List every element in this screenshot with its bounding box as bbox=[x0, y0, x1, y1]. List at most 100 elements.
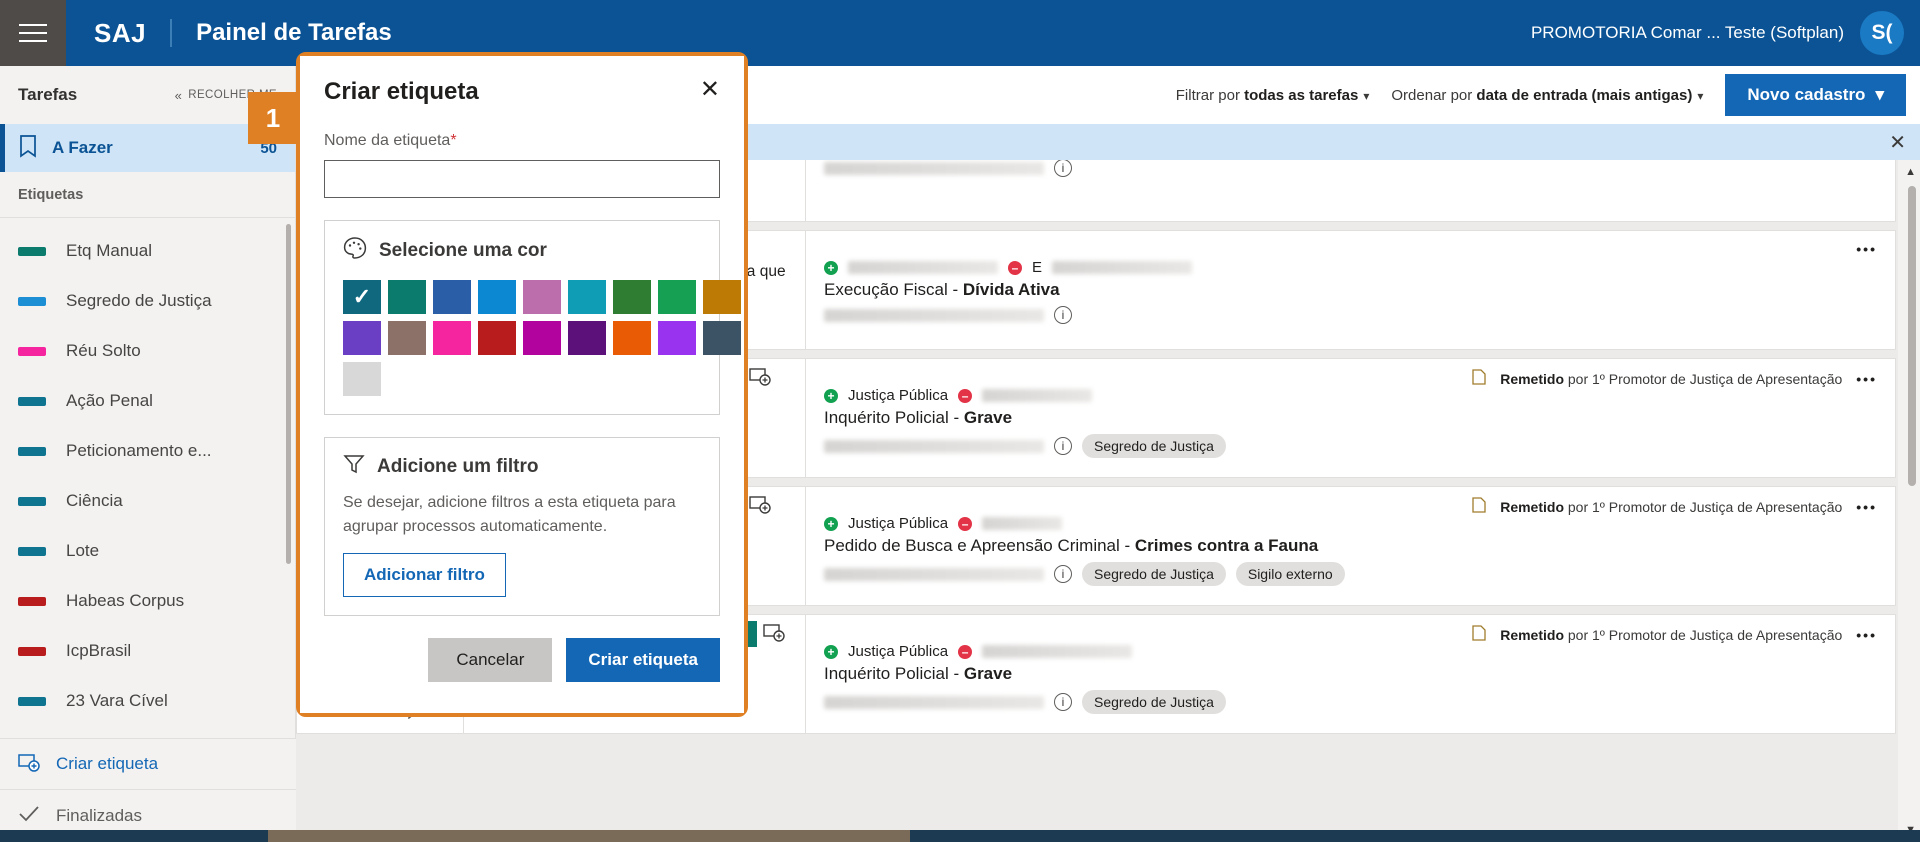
tag-label: Segredo de Justiça bbox=[66, 291, 212, 311]
list-item[interactable]: Lote bbox=[0, 526, 295, 576]
sidebar-tag-list: Etq Manual Segredo de Justiça Réu Solto … bbox=[0, 218, 295, 710]
create-etiqueta-button[interactable]: Criar etiqueta bbox=[566, 638, 720, 682]
color-swatch[interactable] bbox=[478, 321, 516, 355]
scroll-up-icon[interactable]: ▲ bbox=[1905, 166, 1916, 178]
etiqueta-name-input[interactable] bbox=[324, 160, 720, 198]
tag-label: Lote bbox=[66, 541, 99, 561]
color-swatch[interactable] bbox=[568, 280, 606, 314]
filter-dropdown[interactable]: Filtrar por todas as tarefas▾ bbox=[1176, 87, 1370, 104]
chevron-down-icon: ▾ bbox=[1875, 85, 1884, 105]
adicionar-filtro-button[interactable]: Adicionar filtro bbox=[343, 553, 506, 597]
color-swatch[interactable] bbox=[613, 321, 651, 355]
kebab-menu-icon[interactable]: ••• bbox=[1856, 627, 1877, 643]
sort-dropdown[interactable]: Ordenar por data de entrada (mais antiga… bbox=[1391, 87, 1703, 104]
content-scrollbar[interactable]: ▲ ▼ bbox=[1898, 160, 1920, 842]
remetido-icon bbox=[1472, 369, 1486, 388]
case-number-redacted bbox=[824, 309, 1044, 322]
list-item[interactable]: 23 Vara Cível bbox=[0, 676, 295, 710]
close-icon[interactable]: ✕ bbox=[700, 78, 720, 102]
chevron-down-icon: ▾ bbox=[1697, 89, 1703, 103]
color-swatch[interactable] bbox=[613, 280, 651, 314]
brand-logo: SAJ bbox=[94, 18, 146, 49]
sidebar-item-criar-etiqueta[interactable]: Criar etiqueta bbox=[0, 738, 296, 790]
tag-color-chip bbox=[18, 647, 46, 656]
novo-cadastro-button[interactable]: Novo cadastro ▾ bbox=[1725, 74, 1906, 116]
info-icon[interactable]: i bbox=[1054, 437, 1072, 455]
card-case-info: Remetido por 1º Promotor de Justiça de A… bbox=[805, 487, 1895, 605]
list-item[interactable]: Peticionamento e... bbox=[0, 426, 295, 476]
avatar[interactable]: S( bbox=[1860, 11, 1904, 55]
card-top-right: Remetido por 1º Promotor de Justiça de A… bbox=[1472, 497, 1877, 516]
check-icon bbox=[18, 805, 40, 828]
kebab-menu-icon[interactable]: ••• bbox=[1856, 241, 1877, 257]
party-minus-redacted bbox=[982, 389, 1092, 402]
cancel-button[interactable]: Cancelar bbox=[428, 638, 552, 682]
add-tag-icon[interactable] bbox=[749, 366, 771, 391]
plus-icon: + bbox=[824, 389, 838, 403]
sidebar-scrollbar[interactable] bbox=[286, 224, 291, 564]
case-number-row: i bbox=[824, 160, 1875, 177]
add-tag-icon[interactable] bbox=[749, 494, 771, 519]
case-number-row: i bbox=[824, 306, 1875, 324]
color-swatch[interactable] bbox=[478, 280, 516, 314]
case-parties: + Justiça Pública – bbox=[824, 387, 1875, 404]
color-swatch[interactable] bbox=[703, 321, 741, 355]
color-swatch-grid: ✓ bbox=[343, 280, 701, 396]
sidebar: Tarefas « RECOLHER ME A Fazer 50 Etiquet… bbox=[0, 66, 296, 842]
chevron-down-icon: ▾ bbox=[1363, 89, 1369, 103]
color-picker-panel: Selecione uma cor ✓ bbox=[324, 220, 720, 415]
color-swatch[interactable] bbox=[388, 280, 426, 314]
color-swatch[interactable] bbox=[523, 321, 561, 355]
info-icon[interactable]: i bbox=[1054, 306, 1072, 324]
sidebar-item-label: A Fazer bbox=[52, 138, 113, 158]
info-icon[interactable]: i bbox=[1054, 160, 1072, 177]
scrollbar-thumb[interactable] bbox=[1908, 186, 1916, 486]
plus-icon: + bbox=[824, 261, 838, 275]
color-swatch[interactable] bbox=[433, 280, 471, 314]
tag-color-chip bbox=[18, 497, 46, 506]
color-swatch[interactable] bbox=[703, 280, 741, 314]
kebab-menu-icon[interactable]: ••• bbox=[1856, 371, 1877, 387]
filter-panel-title: Adicione um filtro bbox=[377, 456, 539, 478]
user-org-label: PROMOTORIA Comar ... Teste (Softplan) bbox=[1531, 23, 1844, 43]
list-item[interactable]: Habeas Corpus bbox=[0, 576, 295, 626]
color-swatch[interactable] bbox=[343, 362, 381, 396]
remetido-icon bbox=[1472, 625, 1486, 644]
hamburger-icon[interactable] bbox=[0, 0, 66, 66]
kebab-menu-icon[interactable]: ••• bbox=[1856, 499, 1877, 515]
color-swatch[interactable] bbox=[568, 321, 606, 355]
name-field-label-text: Nome da etiqueta bbox=[324, 132, 450, 149]
sort-prefix: Ordenar por bbox=[1391, 87, 1476, 104]
color-swatch[interactable] bbox=[343, 321, 381, 355]
list-item[interactable]: Réu Solto bbox=[0, 326, 295, 376]
filter-panel-description: Se desejar, adicione filtros a esta etiq… bbox=[343, 491, 701, 539]
list-item[interactable]: Etq Manual bbox=[0, 226, 295, 276]
color-swatch[interactable] bbox=[658, 280, 696, 314]
color-swatch[interactable] bbox=[523, 280, 561, 314]
topbar-right: PROMOTORIA Comar ... Teste (Softplan) S( bbox=[1531, 11, 1920, 55]
info-icon[interactable]: i bbox=[1054, 565, 1072, 583]
close-icon[interactable]: ✕ bbox=[1889, 130, 1906, 155]
case-type: Inquérito Policial - Grave bbox=[824, 664, 1875, 684]
status-badge: Segredo de Justiça bbox=[1082, 562, 1226, 586]
brand-divider bbox=[170, 19, 172, 47]
color-swatch-selected[interactable]: ✓ bbox=[343, 280, 381, 314]
color-swatch[interactable] bbox=[388, 321, 426, 355]
party-minus-redacted bbox=[982, 517, 1062, 530]
add-tag-icon[interactable] bbox=[763, 622, 785, 647]
card-status-text: por 1º Promotor de Justiça de Apresentaç… bbox=[1564, 627, 1842, 643]
list-item[interactable]: Ação Penal bbox=[0, 376, 295, 426]
list-item[interactable]: IcpBrasil bbox=[0, 626, 295, 676]
color-swatch[interactable] bbox=[433, 321, 471, 355]
info-icon[interactable]: i bbox=[1054, 693, 1072, 711]
tag-label: 23 Vara Cível bbox=[66, 691, 168, 710]
color-swatch[interactable] bbox=[658, 321, 696, 355]
minus-icon: – bbox=[1008, 261, 1022, 275]
party-plus-label: Justiça Pública bbox=[848, 643, 948, 660]
list-item[interactable]: Segredo de Justiça bbox=[0, 276, 295, 326]
card-status: Remetido por 1º Promotor de Justiça de A… bbox=[1500, 499, 1842, 515]
case-number-redacted bbox=[824, 696, 1044, 709]
sidebar-section-etiquetas: Etiquetas bbox=[0, 172, 295, 218]
list-item[interactable]: Ciência bbox=[0, 476, 295, 526]
party-plus-label: Justiça Pública bbox=[848, 387, 948, 404]
